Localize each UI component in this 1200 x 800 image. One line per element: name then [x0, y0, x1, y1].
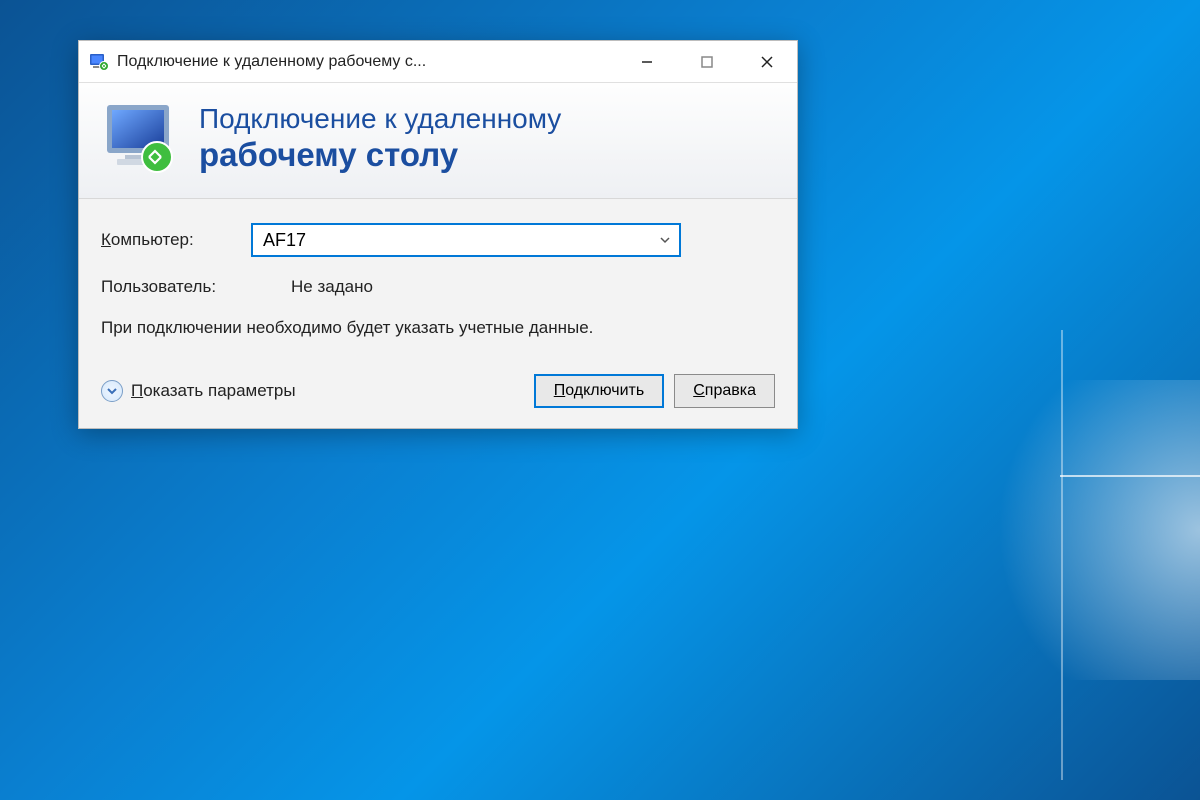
- desktop-light-effect: [900, 380, 1200, 680]
- show-options-toggle[interactable]: Показать параметры: [101, 380, 296, 402]
- window-title: Подключение к удаленному рабочему с...: [117, 53, 617, 71]
- chevron-down-icon[interactable]: [651, 225, 679, 255]
- rdp-dialog-window: Подключение к удаленному рабочему с...: [78, 40, 798, 429]
- minimize-button[interactable]: [617, 41, 677, 82]
- rdp-banner-icon: [101, 101, 181, 176]
- form-area: Компьютер: Пользователь: Не задано При п…: [79, 199, 797, 428]
- credentials-hint: При подключении необходимо будет указать…: [101, 317, 775, 340]
- computer-combobox[interactable]: [251, 223, 681, 257]
- computer-input[interactable]: [253, 230, 651, 251]
- banner-line2: рабочему столу: [199, 136, 561, 174]
- user-value: Не задано: [291, 277, 373, 297]
- user-label: Пользователь:: [101, 277, 251, 297]
- rdp-app-icon: [89, 52, 109, 72]
- connect-button[interactable]: Подключить: [534, 374, 664, 408]
- computer-label: Компьютер:: [101, 230, 251, 250]
- help-button[interactable]: Справка: [674, 374, 775, 408]
- close-button[interactable]: [737, 41, 797, 82]
- expand-down-icon: [101, 380, 123, 402]
- banner: Подключение к удаленному рабочему столу: [79, 83, 797, 199]
- computer-row: Компьютер:: [101, 223, 775, 257]
- window-controls: [617, 41, 797, 82]
- maximize-button[interactable]: [677, 41, 737, 82]
- banner-line1: Подключение к удаленному: [199, 103, 561, 135]
- titlebar[interactable]: Подключение к удаленному рабочему с...: [79, 41, 797, 83]
- desktop-line: [1060, 475, 1200, 477]
- footer: Показать параметры Подключить Справка: [101, 374, 775, 408]
- user-row: Пользователь: Не задано: [101, 277, 775, 297]
- desktop-line: [1061, 330, 1063, 780]
